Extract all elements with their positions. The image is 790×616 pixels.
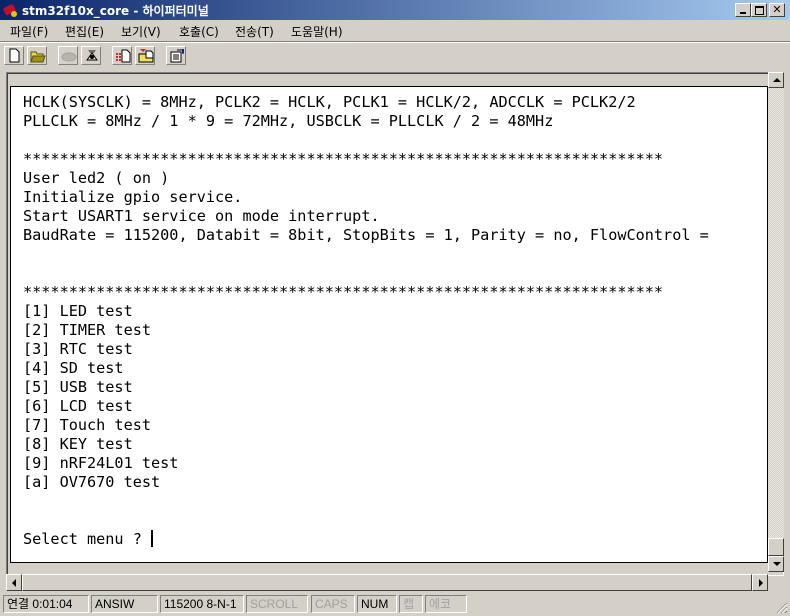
minimize-button[interactable]: [735, 3, 751, 17]
status-echo: 에코: [425, 595, 467, 613]
arrow-up-icon: [773, 78, 781, 82]
scroll-down-button[interactable]: [768, 556, 784, 572]
horizontal-scroll-thumb[interactable]: [22, 574, 752, 591]
send-file-icon: [116, 49, 131, 63]
scroll-left-button[interactable]: [6, 574, 22, 591]
connect-phone-icon: [61, 52, 77, 62]
menu-transfer[interactable]: 전송(T): [235, 23, 274, 40]
properties-button[interactable]: [166, 46, 186, 65]
terminal-line: [4] SD test: [23, 359, 124, 377]
toolbar: [0, 42, 790, 69]
terminal-line: [1] LED test: [23, 302, 133, 320]
menu-help[interactable]: 도움말(H): [291, 23, 343, 40]
terminal-line: [8] KEY test: [23, 435, 133, 453]
terminal-output[interactable]: HCLK(SYSCLK) = 8MHz, PCLK2 = HCLK, PCLK1…: [10, 86, 768, 563]
disconnect-phone-icon: [86, 50, 98, 61]
terminal-line: [3] RTC test: [23, 340, 133, 358]
send-file-button[interactable]: [112, 46, 132, 65]
menu-bar: 파일(F) 편집(E) 보기(V) 호출(C) 전송(T) 도움말(H): [0, 20, 790, 42]
title-bar: stm32f10x_core - 하이퍼터미널 ✕: [0, 0, 790, 20]
arrow-right-icon: [759, 579, 763, 587]
terminal-line: HCLK(SYSCLK) = 8MHz, PCLK2 = HCLK, PCLK1…: [23, 93, 636, 111]
status-connection-time: 연결 0:01:04: [3, 595, 89, 613]
window-title: stm32f10x_core - 하이퍼터미널: [22, 4, 209, 18]
connect-button[interactable]: [58, 46, 78, 65]
terminal-line: Initialize gpio service.: [23, 188, 243, 206]
terminal-line: [5] USB test: [23, 378, 133, 396]
terminal-lines: HCLK(SYSCLK) = 8MHz, PCLK2 = HCLK, PCLK1…: [23, 93, 709, 549]
horizontal-scrollbar[interactable]: [6, 574, 768, 591]
terminal-line: [6] LCD test: [23, 397, 133, 415]
arrow-left-icon: [12, 579, 16, 587]
maximize-button[interactable]: [751, 3, 767, 17]
terminal-line: BaudRate = 115200, Databit = 8bit, StopB…: [23, 226, 709, 244]
new-connection-button[interactable]: [4, 46, 24, 65]
maximize-icon: [754, 6, 764, 15]
terminal-line: PLLCLK = 8MHz / 1 * 9 = 72MHz, USBCLK = …: [23, 112, 554, 130]
receive-file-icon: [138, 49, 154, 63]
vertical-scrollbar[interactable]: [768, 72, 784, 572]
menu-call[interactable]: 호출(C): [179, 23, 219, 40]
properties-icon: [170, 49, 184, 63]
receive-file-button[interactable]: [135, 46, 155, 65]
status-capture: 캡: [399, 595, 423, 613]
terminal-line: Start USART1 service on mode interrupt.: [23, 207, 380, 225]
terminal-line: [2] TIMER test: [23, 321, 152, 339]
close-button[interactable]: ✕: [769, 3, 785, 17]
terminal-line: ****************************************…: [23, 283, 664, 301]
close-icon: ✕: [772, 3, 782, 16]
arrow-down-icon: [773, 562, 781, 566]
open-folder-icon: [30, 51, 46, 63]
menu-file[interactable]: 파일(F): [10, 23, 48, 40]
status-scroll-lock: SCROLL: [246, 595, 308, 613]
terminal-line: [a] OV7670 test: [23, 473, 161, 491]
resize-grip-icon[interactable]: [776, 602, 788, 614]
terminal-line: ****************************************…: [23, 150, 664, 168]
hyperterminal-app-icon[interactable]: [3, 3, 19, 17]
terminal-prompt-line: Select menu ?: [23, 530, 709, 549]
status-emulation: ANSIW: [91, 595, 158, 613]
status-caps-lock: CAPS: [311, 595, 355, 613]
menu-edit[interactable]: 편집(E): [65, 23, 104, 40]
terminal-line: [9] nRF24L01 test: [23, 454, 179, 472]
status-port-settings: 115200 8-N-1: [160, 595, 244, 613]
scroll-right-button[interactable]: [752, 574, 768, 591]
minimize-icon: [740, 12, 746, 14]
terminal-line: User led2 ( on ): [23, 169, 170, 187]
terminal-line: [7] Touch test: [23, 416, 152, 434]
disconnect-button[interactable]: [81, 46, 101, 65]
text-cursor: [151, 530, 154, 547]
vertical-scroll-thumb[interactable]: [768, 538, 784, 556]
status-num-lock: NUM: [357, 595, 397, 613]
open-button[interactable]: [27, 46, 47, 65]
terminal-prompt: Select menu ?: [23, 530, 152, 548]
status-bar: 연결 0:01:04 ANSIW 115200 8-N-1 SCROLL CAP…: [0, 593, 790, 616]
menu-view[interactable]: 보기(V): [121, 23, 161, 40]
scroll-up-button[interactable]: [768, 72, 784, 88]
new-document-icon: [9, 48, 20, 63]
